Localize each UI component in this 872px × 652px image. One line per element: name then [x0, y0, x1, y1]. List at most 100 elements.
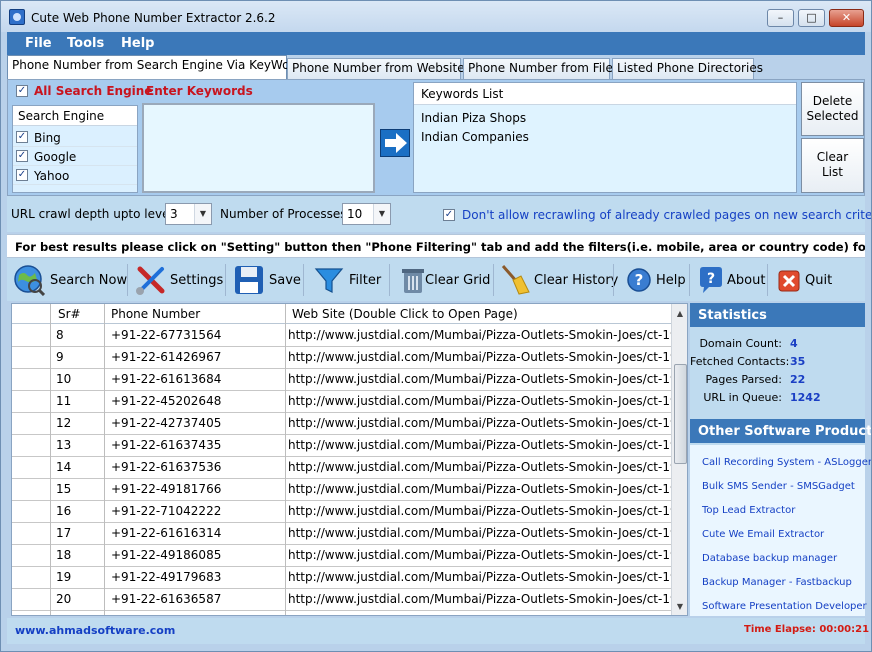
cell-phone[interactable]: +91-22-61637536 — [111, 460, 221, 474]
column-header-phone[interactable]: Phone Number — [111, 307, 200, 321]
cell-website[interactable]: http://www.justdial.com/Mumbai/Pizza-Out… — [288, 570, 687, 584]
tab-phone-directories[interactable]: Listed Phone Directories — [612, 58, 763, 79]
add-keyword-button[interactable] — [380, 129, 410, 157]
keywords-input[interactable] — [142, 103, 375, 193]
website-link[interactable]: www.ahmadsoftware.com — [15, 624, 175, 637]
cell-sr[interactable]: 20 — [56, 592, 71, 606]
cell-sr[interactable]: 10 — [56, 372, 71, 386]
tab-websites[interactable]: Phone Number from Websites — [287, 58, 471, 79]
cell-website[interactable]: http://www.justdial.com/Mumbai/Pizza-Out… — [288, 460, 687, 474]
product-link[interactable]: Call Recording System - ASLogger — [702, 457, 871, 468]
save-button[interactable]: Save — [233, 261, 301, 299]
cell-website[interactable]: http://www.justdial.com/Mumbai/Pizza-Out… — [288, 592, 687, 606]
cell-phone[interactable]: +91-22-45202648 — [111, 394, 221, 408]
search-now-button[interactable]: Search Now — [13, 261, 127, 299]
product-link[interactable]: Bulk SMS Sender - SMSGadget — [702, 481, 855, 492]
minimize-button[interactable]: – — [767, 9, 794, 27]
help-button[interactable]: ? Help — [623, 261, 686, 299]
product-link[interactable]: Cute We Email Extractor — [702, 529, 824, 540]
cell-phone[interactable]: +91-22-49186085 — [111, 548, 221, 562]
cell-sr[interactable]: 9 — [56, 350, 64, 364]
bing-checkbox[interactable]: ✓ — [16, 131, 28, 143]
quit-button[interactable]: Quit — [773, 261, 833, 299]
column-header-sr[interactable]: Sr# — [58, 307, 81, 321]
grid-scrollbar[interactable]: ▲ ▼ — [671, 304, 687, 615]
table-row[interactable]: 17 +91-22-61616314 http://www.justdial.com… — [12, 523, 687, 545]
cell-phone[interactable]: +91-22-61616314 — [111, 526, 221, 540]
processes-select[interactable]: 10 ▼ — [342, 203, 391, 225]
filter-button[interactable]: Filter — [313, 261, 385, 299]
cell-website[interactable]: http://www.justdial.com/Mumbai/Pizza-Out… — [288, 482, 687, 496]
keywords-list[interactable]: Keywords List Indian Piza Shops Indian C… — [413, 82, 797, 193]
list-item[interactable]: Indian Piza Shops — [421, 111, 526, 125]
cell-website[interactable]: http://www.justdial.com/Mumbai/Pizza-Out… — [288, 350, 687, 364]
cell-website[interactable]: http://www.justdial.com/Mumbai/Pizza-Out… — [288, 548, 687, 562]
table-row[interactable]: 20 +91-22-61636587 http://www.justdial.com… — [12, 589, 687, 611]
cell-sr[interactable]: 14 — [56, 460, 71, 474]
cell-phone[interactable]: +91-22-49181766 — [111, 482, 221, 496]
cell-phone[interactable]: +91-22-61613684 — [111, 372, 221, 386]
table-row[interactable]: 16 +91-22-71042222 http://www.justdial.com… — [12, 501, 687, 523]
all-search-engine-checkbox[interactable]: ✓ — [16, 85, 28, 97]
cell-phone[interactable]: +91-22-67731564 — [111, 328, 221, 342]
no-recrawl-checkbox[interactable]: ✓ — [443, 209, 455, 221]
tab-search-engine-keywords[interactable]: Phone Number from Search Engine Via KeyW… — [7, 55, 308, 79]
table-row[interactable]: 15 +91-22-49181766 http://www.justdial.com… — [12, 479, 687, 501]
cell-website[interactable]: http://www.justdial.com/Mumbai/Pizza-Out… — [288, 372, 687, 386]
table-row[interactable]: 8 +91-22-67731564 http://www.justdial.com/… — [12, 325, 687, 347]
list-item[interactable]: Indian Companies — [421, 130, 529, 144]
product-link[interactable]: Backup Manager - Fastbackup — [702, 577, 852, 588]
cell-sr[interactable]: 19 — [56, 570, 71, 584]
google-checkbox[interactable]: ✓ — [16, 150, 28, 162]
cell-sr[interactable]: 17 — [56, 526, 71, 540]
table-row[interactable]: 9 +91-22-61426967 http://www.justdial.com/… — [12, 347, 687, 369]
cell-sr[interactable]: 16 — [56, 504, 71, 518]
cell-website[interactable]: http://www.justdial.com/Mumbai/Pizza-Out… — [288, 504, 687, 518]
cell-website[interactable]: http://www.justdial.com/Mumbai/Pizza-Out… — [288, 394, 687, 408]
column-header-website[interactable]: Web Site (Double Click to Open Page) — [292, 307, 518, 321]
scroll-up-icon[interactable]: ▲ — [673, 305, 687, 322]
table-row[interactable]: 12 +91-22-42737405 http://www.justdial.com… — [12, 413, 687, 435]
maximize-button[interactable]: □ — [798, 9, 825, 27]
product-link[interactable]: Software Presentation Developer — [702, 601, 867, 612]
clear-list-button[interactable]: Clear List — [801, 138, 864, 193]
cell-website[interactable]: http://www.justdial.com/Mumbai/Pizza-Out… — [288, 438, 687, 452]
cell-website[interactable]: http://www.justdial.com/Mumbai/Pizza-Out… — [288, 328, 687, 342]
engine-row-google[interactable]: ✓ Google — [13, 147, 137, 166]
settings-button[interactable]: Settings — [135, 261, 223, 299]
results-grid[interactable]: Sr# Phone Number Web Site (Double Click … — [11, 303, 688, 616]
cell-phone[interactable]: +91-22-42737405 — [111, 416, 221, 430]
menu-file[interactable]: File — [25, 36, 52, 51]
cell-sr[interactable]: 18 — [56, 548, 71, 562]
crawl-depth-select[interactable]: 3 ▼ — [165, 203, 212, 225]
table-row[interactable]: 14 +91-22-61637536 http://www.justdial.com… — [12, 457, 687, 479]
table-row[interactable]: 10 +91-22-61613684 http://www.justdial.com… — [12, 369, 687, 391]
cell-phone[interactable]: +91-22-61426967 — [111, 350, 221, 364]
product-link[interactable]: Top Lead Extractor — [702, 505, 795, 516]
cell-sr[interactable]: 8 — [56, 328, 64, 342]
cell-sr[interactable]: 13 — [56, 438, 71, 452]
cell-website[interactable]: http://www.justdial.com/Mumbai/Pizza-Out… — [288, 416, 687, 430]
clear-grid-button[interactable]: Clear Grid — [397, 261, 490, 299]
clear-history-button[interactable]: Clear History — [499, 261, 618, 299]
tab-files[interactable]: Phone Number from Files — [463, 58, 619, 79]
cell-website[interactable]: http://www.justdial.com/Mumbai/Pizza-Out… — [288, 526, 687, 540]
cell-sr[interactable]: 12 — [56, 416, 71, 430]
table-row[interactable]: 19 +91-22-49179683 http://www.justdial.com… — [12, 567, 687, 589]
cell-phone[interactable]: +91-22-61636587 — [111, 592, 221, 606]
product-link[interactable]: Database backup manager — [702, 553, 837, 564]
yahoo-checkbox[interactable]: ✓ — [16, 169, 28, 181]
cell-sr[interactable]: 11 — [56, 394, 71, 408]
cell-sr[interactable]: 15 — [56, 482, 71, 496]
table-row[interactable]: 13 +91-22-61637435 http://www.justdial.com… — [12, 435, 687, 457]
engine-row-bing[interactable]: ✓ Bing — [13, 128, 137, 147]
delete-selected-button[interactable]: Delete Selected — [801, 82, 864, 136]
table-row[interactable]: 18 +91-22-49186085 http://www.justdial.com… — [12, 545, 687, 567]
cell-phone[interactable]: +91-22-61637435 — [111, 438, 221, 452]
scroll-thumb[interactable] — [674, 364, 687, 464]
menu-help[interactable]: Help — [121, 36, 154, 51]
scroll-down-icon[interactable]: ▼ — [673, 598, 687, 615]
about-button[interactable]: ? About — [695, 261, 765, 299]
cell-phone[interactable]: +91-22-49179683 — [111, 570, 221, 584]
close-button[interactable]: ✕ — [829, 9, 864, 27]
